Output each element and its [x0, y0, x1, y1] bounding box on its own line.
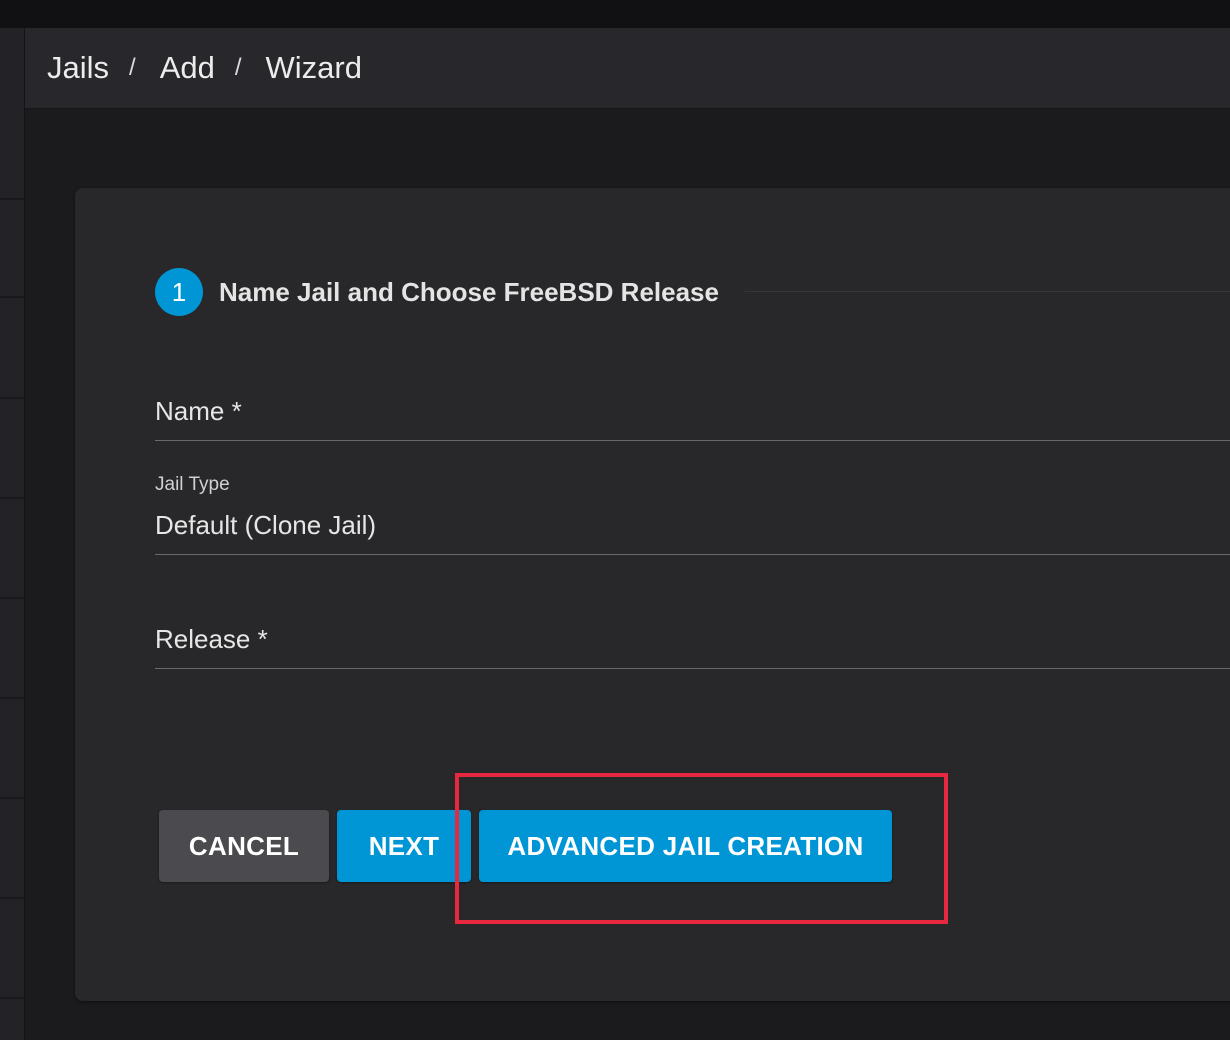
step-title: Name Jail and Choose FreeBSD Release: [219, 276, 719, 307]
sidebar-divider: [0, 897, 24, 899]
advanced-jail-creation-button[interactable]: ADVANCED JAIL CREATION: [479, 810, 892, 882]
page-header: Jails / Add / Wizard: [25, 28, 1230, 109]
release-field-label: Release *: [155, 624, 268, 654]
top-bar: [0, 0, 1230, 28]
sidebar-divider: [0, 797, 24, 799]
sidebar-divider: [0, 997, 24, 999]
jail-type-value: Default (Clone Jail): [155, 510, 377, 540]
breadcrumb: Jails / Add / Wizard: [47, 50, 362, 86]
sidebar-divider: [0, 296, 24, 298]
sidebar-divider: [0, 397, 24, 399]
step-divider: [745, 291, 1230, 292]
breadcrumb-separator: /: [234, 54, 242, 81]
sidebar-divider: [0, 697, 24, 699]
jail-type-select[interactable]: Jail Type Default (Clone Jail): [155, 474, 1230, 555]
name-field[interactable]: Name *: [155, 388, 1230, 441]
breadcrumb-item-wizard: Wizard: [265, 50, 362, 85]
step-number-badge: 1: [155, 268, 203, 316]
breadcrumb-item-jails[interactable]: Jails: [47, 50, 109, 86]
sidebar-divider: [0, 497, 24, 499]
breadcrumb-item-add[interactable]: Add: [160, 50, 215, 86]
sidebar: [0, 28, 25, 1040]
sidebar-divider: [0, 597, 24, 599]
jail-type-label: Jail Type: [155, 474, 230, 495]
breadcrumb-separator: /: [129, 54, 136, 81]
next-button[interactable]: NEXT: [337, 810, 471, 882]
cancel-button[interactable]: CANCEL: [159, 810, 329, 882]
main-content: 1 Name Jail and Choose FreeBSD Release N…: [25, 109, 1230, 1040]
release-select[interactable]: Release *: [155, 616, 1230, 669]
wizard-step-header: 1 Name Jail and Choose FreeBSD Release: [155, 268, 719, 316]
wizard-card: 1 Name Jail and Choose FreeBSD Release N…: [75, 188, 1230, 1001]
name-field-label: Name *: [155, 396, 242, 426]
sidebar-divider: [0, 198, 24, 200]
